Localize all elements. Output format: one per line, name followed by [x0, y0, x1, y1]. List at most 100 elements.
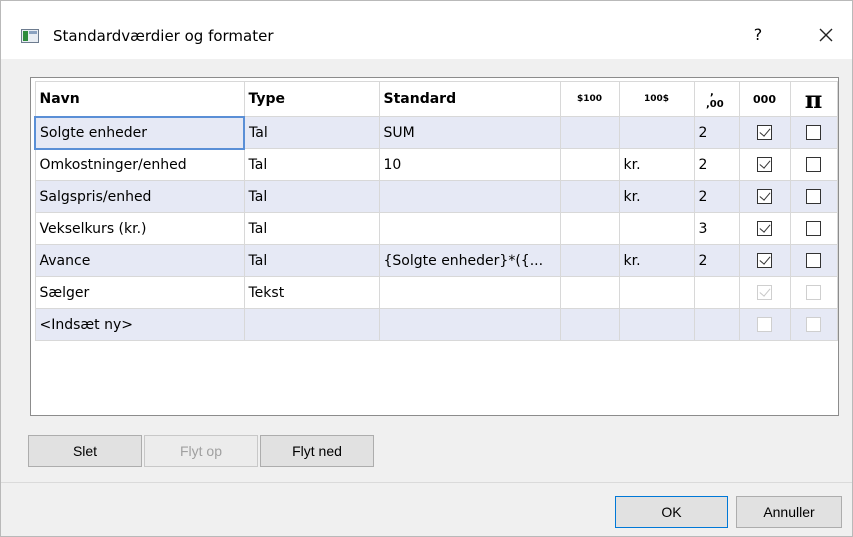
cell-prefix[interactable]	[559, 180, 620, 213]
cell-decimals[interactable]	[693, 308, 740, 341]
cell-suffix[interactable]	[618, 276, 695, 309]
cell-decimals[interactable]: 2	[693, 116, 740, 149]
decimals-icon: , ,00	[706, 87, 724, 110]
column-header-standard[interactable]: Standard	[378, 81, 561, 117]
cell-name[interactable]: Vekselkurs (kr.)	[34, 212, 245, 245]
cell-decimals[interactable]: 2	[693, 148, 740, 181]
cell-suffix[interactable]: kr.	[618, 244, 695, 277]
pi-checkbox[interactable]	[806, 125, 821, 140]
pi-checkbox[interactable]	[806, 285, 821, 300]
cell-standard[interactable]: SUM	[378, 116, 561, 149]
thousands-separator-checkbox[interactable]	[757, 285, 772, 300]
column-header-pi[interactable]: π	[789, 81, 838, 117]
svg-text:,: ,	[710, 87, 714, 98]
cell-suffix[interactable]: kr.	[618, 148, 695, 181]
help-button[interactable]: ?	[743, 21, 773, 49]
table-row[interactable]: Avance Tal {Solgte enheder}*({... kr. 2	[34, 244, 838, 277]
ok-button[interactable]: OK	[615, 496, 728, 528]
cell-standard[interactable]: 10	[378, 148, 561, 181]
thousands-separator-checkbox[interactable]	[757, 221, 772, 236]
pi-cell	[789, 244, 838, 277]
cell-prefix[interactable]	[559, 276, 620, 309]
table-row[interactable]: Vekselkurs (kr.) Tal 3	[34, 212, 838, 245]
app-icon	[21, 29, 39, 43]
table-row[interactable]: Salgspris/enhed Tal kr. 2	[34, 180, 838, 213]
cell-name[interactable]: Sælger	[34, 276, 245, 309]
thousands-separator-checkbox[interactable]	[757, 189, 772, 204]
thousands-separator-checkbox[interactable]	[757, 317, 772, 332]
thousands-separator-cell	[738, 308, 791, 341]
table-row[interactable]: <Indsæt ny>	[34, 308, 838, 341]
thousands-separator-cell	[738, 116, 791, 149]
cell-name[interactable]: <Indsæt ny>	[34, 308, 245, 341]
cell-type[interactable]: Tal	[243, 244, 380, 277]
cell-name[interactable]: Salgspris/enhed	[34, 180, 245, 213]
cell-type[interactable]: Tekst	[243, 276, 380, 309]
formats-table: Navn Type Standard $100 100$ , ,00 000 π…	[34, 81, 838, 341]
cell-type[interactable]: Tal	[243, 148, 380, 181]
footer-separator	[1, 482, 852, 483]
table-row[interactable]: Solgte enheder Tal SUM 2	[34, 115, 838, 150]
pi-icon: π	[804, 84, 823, 114]
cell-prefix[interactable]	[559, 244, 620, 277]
cell-prefix[interactable]	[559, 308, 620, 341]
pi-cell	[789, 276, 838, 309]
move-up-button[interactable]: Flyt op	[144, 435, 258, 467]
cell-decimals[interactable]: 3	[693, 212, 740, 245]
column-header-decimals[interactable]: , ,00	[693, 81, 740, 117]
pi-checkbox[interactable]	[806, 157, 821, 172]
pi-cell	[789, 308, 838, 341]
thousands-separator-checkbox[interactable]	[757, 125, 772, 140]
cell-decimals[interactable]: 2	[693, 180, 740, 213]
formats-grid: Navn Type Standard $100 100$ , ,00 000 π…	[30, 77, 839, 416]
pi-cell	[789, 212, 838, 245]
cell-decimals[interactable]	[693, 276, 740, 309]
pi-checkbox[interactable]	[806, 317, 821, 332]
table-row[interactable]: Omkostninger/enhed Tal 10 kr. 2	[34, 148, 838, 181]
cell-standard[interactable]	[378, 276, 561, 309]
delete-button[interactable]: Slet	[28, 435, 142, 467]
cell-name[interactable]: Avance	[34, 244, 245, 277]
cell-suffix[interactable]	[618, 116, 695, 149]
pi-checkbox[interactable]	[806, 253, 821, 268]
cell-type[interactable]	[243, 308, 380, 341]
thousands-separator-cell	[738, 212, 791, 245]
cell-suffix[interactable]	[618, 308, 695, 341]
dialog-window: Standardværdier og formater ? Navn Type …	[0, 0, 853, 537]
cell-prefix[interactable]	[559, 212, 620, 245]
cell-standard[interactable]	[378, 308, 561, 341]
move-down-button[interactable]: Flyt ned	[260, 435, 374, 467]
close-icon[interactable]	[811, 21, 841, 49]
cell-name[interactable]: Omkostninger/enhed	[34, 148, 245, 181]
thousands-separator-cell	[738, 276, 791, 309]
cell-standard[interactable]	[378, 180, 561, 213]
cell-type[interactable]: Tal	[243, 180, 380, 213]
column-header-prefix-currency[interactable]: $100	[559, 81, 620, 117]
pi-checkbox[interactable]	[806, 221, 821, 236]
dialog-title: Standardværdier og formater	[53, 27, 274, 45]
cell-standard[interactable]: {Solgte enheder}*({...	[378, 244, 561, 277]
title-bar: Standardværdier og formater ?	[1, 1, 852, 59]
table-row[interactable]: Sælger Tekst	[34, 276, 838, 309]
cell-name[interactable]: Solgte enheder	[34, 115, 245, 150]
cell-prefix[interactable]	[559, 148, 620, 181]
thousands-separator-cell	[738, 180, 791, 213]
column-header-suffix-currency[interactable]: 100$	[618, 81, 695, 117]
cell-suffix[interactable]	[618, 212, 695, 245]
thousands-separator-checkbox[interactable]	[757, 253, 772, 268]
column-header-type[interactable]: Type	[243, 81, 380, 117]
cell-prefix[interactable]	[559, 116, 620, 149]
pi-checkbox[interactable]	[806, 189, 821, 204]
cancel-button[interactable]: Annuller	[736, 496, 842, 528]
cell-type[interactable]: Tal	[243, 212, 380, 245]
cell-decimals[interactable]: 2	[693, 244, 740, 277]
thousands-separator-checkbox[interactable]	[757, 157, 772, 172]
cell-suffix[interactable]: kr.	[618, 180, 695, 213]
column-header-thousands[interactable]: 000	[738, 81, 791, 117]
pi-cell	[789, 116, 838, 149]
header-row: Navn Type Standard $100 100$ , ,00 000 π	[34, 81, 838, 117]
column-header-navn[interactable]: Navn	[34, 81, 245, 117]
pi-cell	[789, 148, 838, 181]
cell-type[interactable]: Tal	[243, 116, 380, 149]
cell-standard[interactable]	[378, 212, 561, 245]
